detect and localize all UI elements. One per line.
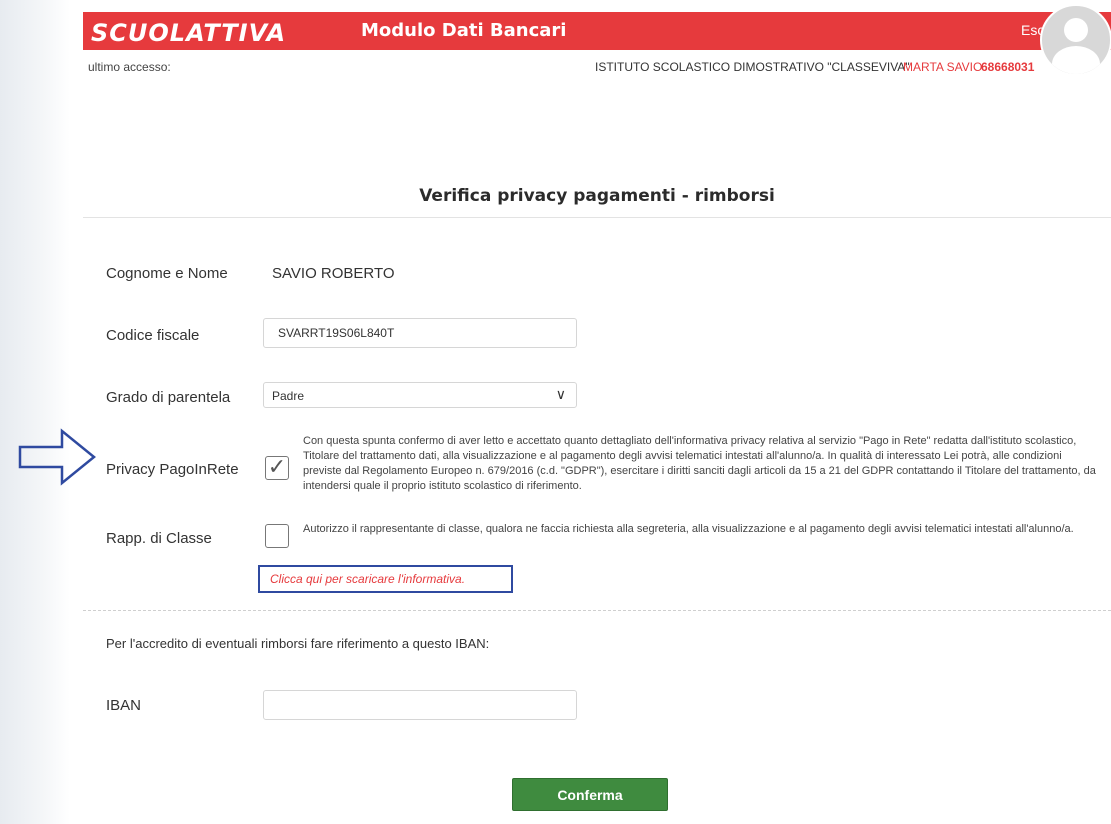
privacy-text: Con questa spunta confermo di aver letto… (303, 435, 1096, 492)
checkmark-icon: ✓ (267, 454, 287, 479)
user-code: 68668031 (981, 60, 1035, 74)
iban-label: IBAN (106, 697, 142, 714)
download-highlight-box: Clicca qui per scaricare l'informativa. (258, 565, 513, 593)
name-value: SAVIO ROBERTO (272, 265, 395, 282)
confirm-button[interactable]: Conferma (512, 778, 668, 811)
privacy-label: Privacy PagoInRete (106, 461, 239, 478)
page-title: Verifica privacy pagamenti - rimborsi (419, 186, 775, 206)
header-bar: SCUOLATTIVA Modulo Dati Bancari Esci (83, 12, 1111, 50)
divider (83, 610, 1111, 611)
last-access-label: ultimo accesso: (88, 60, 171, 74)
avatar-head (1064, 18, 1088, 42)
kinship-value: Padre (272, 389, 305, 403)
download-informativa-link[interactable]: Clicca qui per scaricare l'informativa. (270, 572, 465, 586)
avatar-shoulders (1052, 46, 1100, 74)
class-rep-label: Rapp. di Classe (106, 530, 212, 547)
logo: SCUOLATTIVA (91, 19, 287, 47)
chevron-down-icon: ∨ (555, 386, 566, 402)
left-shade (0, 0, 70, 824)
user-name: MARTA SAVIO (903, 60, 983, 74)
arrow-right-icon (18, 428, 96, 486)
privacy-checkbox[interactable]: ✓ (265, 456, 289, 480)
iban-note: Per l'accredito di eventuali rimborsi fa… (106, 636, 490, 651)
kinship-label: Grado di parentela (106, 389, 231, 406)
fiscal-code-label: Codice fiscale (106, 327, 200, 344)
kinship-select[interactable]: Padre ∨ (263, 382, 577, 408)
class-rep-text: Autorizzo il rappresentante di classe, q… (303, 523, 1074, 535)
class-rep-checkbox[interactable] (265, 524, 289, 548)
info-bar: ultimo accesso: ISTITUTO SCOLASTICO DIMO… (83, 56, 1038, 78)
name-label: Cognome e Nome (106, 265, 228, 282)
page-module-title: Modulo Dati Bancari (361, 20, 567, 41)
divider (83, 217, 1111, 218)
institute-name: ISTITUTO SCOLASTICO DIMOSTRATIVO "CLASSE… (595, 60, 910, 74)
fiscal-code-field[interactable]: SVARRT19S06L840T (263, 318, 577, 348)
user-avatar-icon[interactable] (1040, 4, 1111, 76)
iban-field[interactable] (263, 690, 577, 720)
